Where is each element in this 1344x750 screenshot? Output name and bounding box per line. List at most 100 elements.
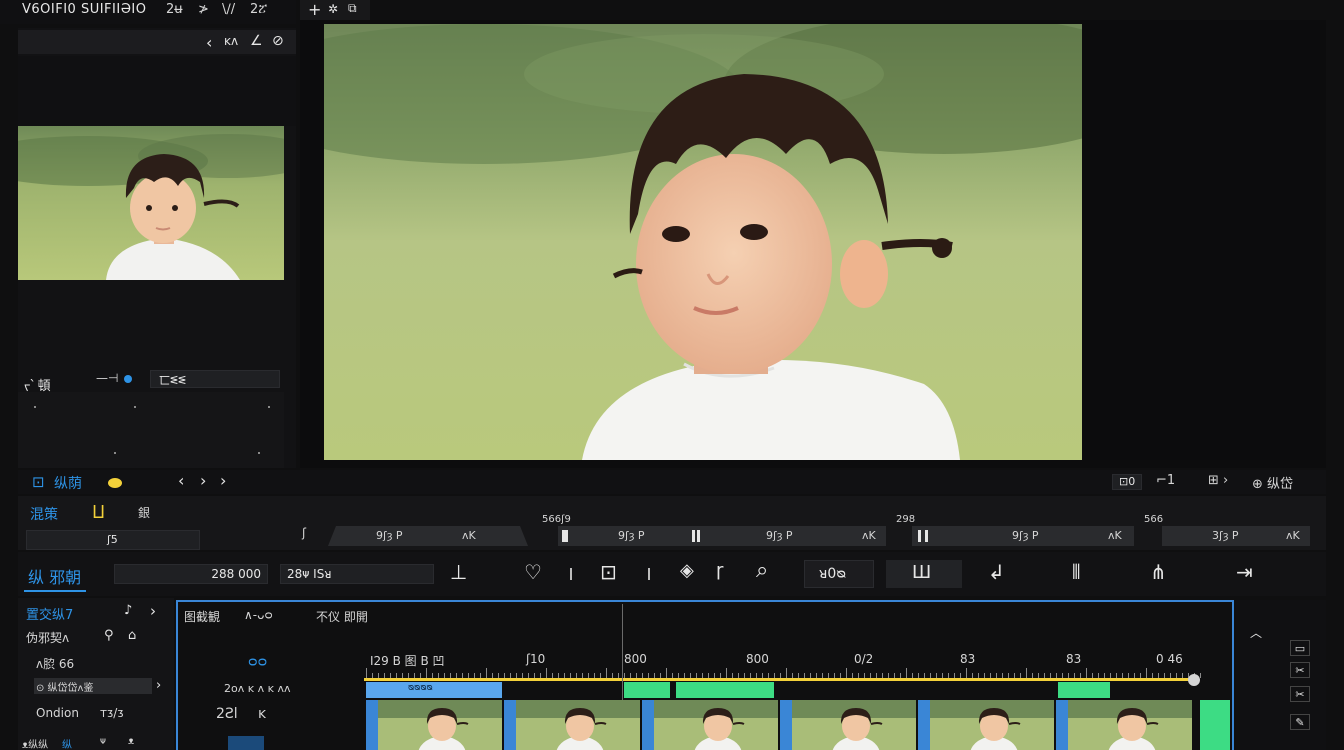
- properties-row: ᠵ՝ 頓 —⊣ 匸ᓬᓬ: [18, 368, 284, 394]
- back-icon[interactable]: ‹: [206, 33, 212, 52]
- side-icon[interactable]: ✂: [1290, 686, 1310, 702]
- clip-marker[interactable]: [780, 700, 792, 750]
- fx-icon[interactable]: ✲: [328, 2, 338, 16]
- clip-marker[interactable]: [1056, 700, 1068, 750]
- source-thumbnail[interactable]: [18, 126, 284, 280]
- duration-field[interactable]: 288 000: [114, 564, 268, 584]
- tab-mix-icon[interactable]: Ⳙ: [92, 500, 105, 524]
- trim-handle-icon[interactable]: [918, 530, 928, 542]
- footer-item[interactable]: ᴪ: [100, 736, 106, 747]
- header-control-2[interactable]: ≯: [198, 2, 209, 17]
- export-icon[interactable]: ⇥: [1236, 560, 1253, 584]
- tab-mix[interactable]: 混策: [30, 504, 58, 524]
- tracks-footer: ᴥ纵纵 纵 ᴪ ᴥ: [18, 736, 174, 750]
- segment-5[interactable]: 3ʃȝ P ᴧK: [1162, 526, 1310, 546]
- nav-prev-button[interactable]: ‹: [178, 471, 184, 490]
- properties-field[interactable]: 匸ᓬᓬ: [150, 370, 280, 388]
- clip-marker[interactable]: [918, 700, 930, 750]
- side-icon[interactable]: ✎: [1290, 714, 1310, 730]
- video-track[interactable]: [366, 700, 1232, 750]
- track-row-value: ᴛᴣ/ᴣ: [100, 706, 124, 720]
- timeline-value-b: 2oᴧ ᴋ ᴧ ᴋ ᴧᴧ: [224, 682, 291, 695]
- brush-icon[interactable]: ɼ: [716, 560, 723, 581]
- magnet-icon[interactable]: ⋔: [1150, 560, 1167, 584]
- trim-icon[interactable]: ⫴: [1072, 560, 1080, 584]
- header-right-a[interactable]: ⊡0: [1112, 474, 1143, 490]
- track-row-selected[interactable]: ⊙ 纵岱岱ᴧ鉴: [34, 678, 152, 694]
- video-thumbnail: [792, 700, 916, 750]
- clip-green[interactable]: [1058, 682, 1110, 698]
- clip-green[interactable]: [676, 682, 774, 698]
- footer-item[interactable]: ᴥ: [128, 736, 134, 747]
- segment-5-label: 3ʃȝ P: [1212, 529, 1239, 542]
- ruler-tick: [666, 668, 667, 678]
- clip-marker[interactable]: [642, 700, 654, 750]
- track-row-label: ⊙ 纵岱岱ᴧ鉴: [36, 683, 94, 694]
- segment-2[interactable]: 9ʃȝ P: [558, 526, 686, 546]
- header-control-1[interactable]: 2ʉ: [166, 2, 183, 17]
- segment-1-label: 9ʃȝ P: [376, 529, 403, 542]
- ruler-tick: [1200, 673, 1201, 678]
- keyframe-button[interactable]: Ш: [886, 560, 962, 588]
- ruler-tick: [966, 668, 967, 678]
- clip-blue[interactable]: ᴓᴓᴓᴓ: [366, 682, 502, 698]
- trim-handle-icon[interactable]: [692, 530, 700, 542]
- segment-3[interactable]: 9ʃȝ P ᴧK: [686, 526, 886, 546]
- properties-slider[interactable]: —⊣: [96, 371, 118, 385]
- header-control-4[interactable]: 2ፘ: [250, 2, 267, 17]
- segment-1[interactable]: 9ʃȝ P ᴧK: [328, 526, 528, 546]
- clip-end-green[interactable]: [1200, 700, 1230, 750]
- scroll-up-icon[interactable]: ︿: [1250, 624, 1262, 641]
- clip-green[interactable]: [624, 682, 670, 698]
- clip-marker[interactable]: [504, 700, 516, 750]
- header-control-3[interactable]: \∕/: [222, 2, 235, 17]
- clip-marker[interactable]: [366, 700, 378, 750]
- copy-icon[interactable]: ⧉: [348, 1, 357, 16]
- wave-icon[interactable]: ᴋᴧ: [224, 34, 238, 48]
- chevron-right-icon[interactable]: ›: [156, 678, 161, 693]
- segment-5-caption: 566: [1144, 514, 1164, 525]
- header-right-d[interactable]: ⊕ 纵岱: [1252, 473, 1293, 492]
- playhead-cursor[interactable]: [622, 604, 623, 700]
- dot: [114, 452, 116, 454]
- slider-knob-icon[interactable]: [124, 375, 132, 383]
- side-icon[interactable]: ✂: [1290, 662, 1310, 678]
- playhead-line[interactable]: [364, 678, 1196, 681]
- header-right-b[interactable]: ⌐1: [1156, 473, 1175, 488]
- side-icon[interactable]: ▭: [1290, 640, 1310, 656]
- timeline-header-right: 不仪 即開: [316, 610, 368, 624]
- footer-item[interactable]: ᴥ纵纵: [22, 736, 48, 750]
- refresh-icon[interactable]: ⊘: [272, 33, 284, 49]
- chevron-right-icon[interactable]: ›: [150, 602, 156, 620]
- track-row-label: ᴧ䏮 66: [36, 657, 75, 671]
- video-thumbnail: [378, 700, 502, 750]
- segment-4[interactable]: 9ʃȝ P ᴧK: [912, 526, 1134, 546]
- timecode-field[interactable]: 28ᴪ ISᴚ: [280, 564, 434, 584]
- plus-icon[interactable]: +: [308, 0, 321, 19]
- segment-field[interactable]: ʃ5: [26, 530, 200, 550]
- angle-icon[interactable]: ∠: [250, 33, 263, 49]
- home-icon[interactable]: ⌂: [128, 628, 136, 643]
- header-right-c[interactable]: ⊞ ›: [1208, 473, 1228, 488]
- time-ruler[interactable]: I29 B 图 B 凹 ʃ10 800 800 0/2 83 83 0 46: [366, 650, 1206, 678]
- tab-b[interactable]: 銀: [138, 504, 150, 521]
- nav-next-button[interactable]: ›: [200, 471, 206, 490]
- program-monitor[interactable]: [324, 24, 1082, 460]
- trim-handle-icon[interactable]: [562, 530, 568, 542]
- marker-icon[interactable]: ◈: [680, 560, 694, 581]
- segment-2-label: 9ʃȝ P: [618, 529, 645, 542]
- zoom-field[interactable]: ᴚ0ᴓ: [804, 560, 874, 588]
- lock-icon[interactable]: ⚲: [104, 628, 114, 643]
- undo-icon[interactable]: ↲: [988, 560, 1005, 584]
- nav-end-button[interactable]: ›: [220, 471, 226, 490]
- footer-item[interactable]: 纵: [62, 736, 72, 750]
- split-icon[interactable]: ⊥: [450, 560, 467, 584]
- playhead-handle[interactable]: [1188, 674, 1200, 686]
- heart-icon[interactable]: ♡: [524, 560, 542, 584]
- ruler-tick: [846, 668, 847, 678]
- crop-icon[interactable]: ⊡: [600, 560, 617, 584]
- zoom-icon[interactable]: ⌕: [756, 558, 768, 583]
- ruler-label: 0/2: [854, 652, 874, 666]
- timeline: 图截観 ∧-ᴗᴑ 不仪 即開 ᴑᴑ 2oᴧ ᴋ ᴧ ᴋ ᴧᴧ 2Ƨl ᴋ I29…: [176, 600, 1234, 750]
- bell-icon[interactable]: ♪: [124, 603, 132, 618]
